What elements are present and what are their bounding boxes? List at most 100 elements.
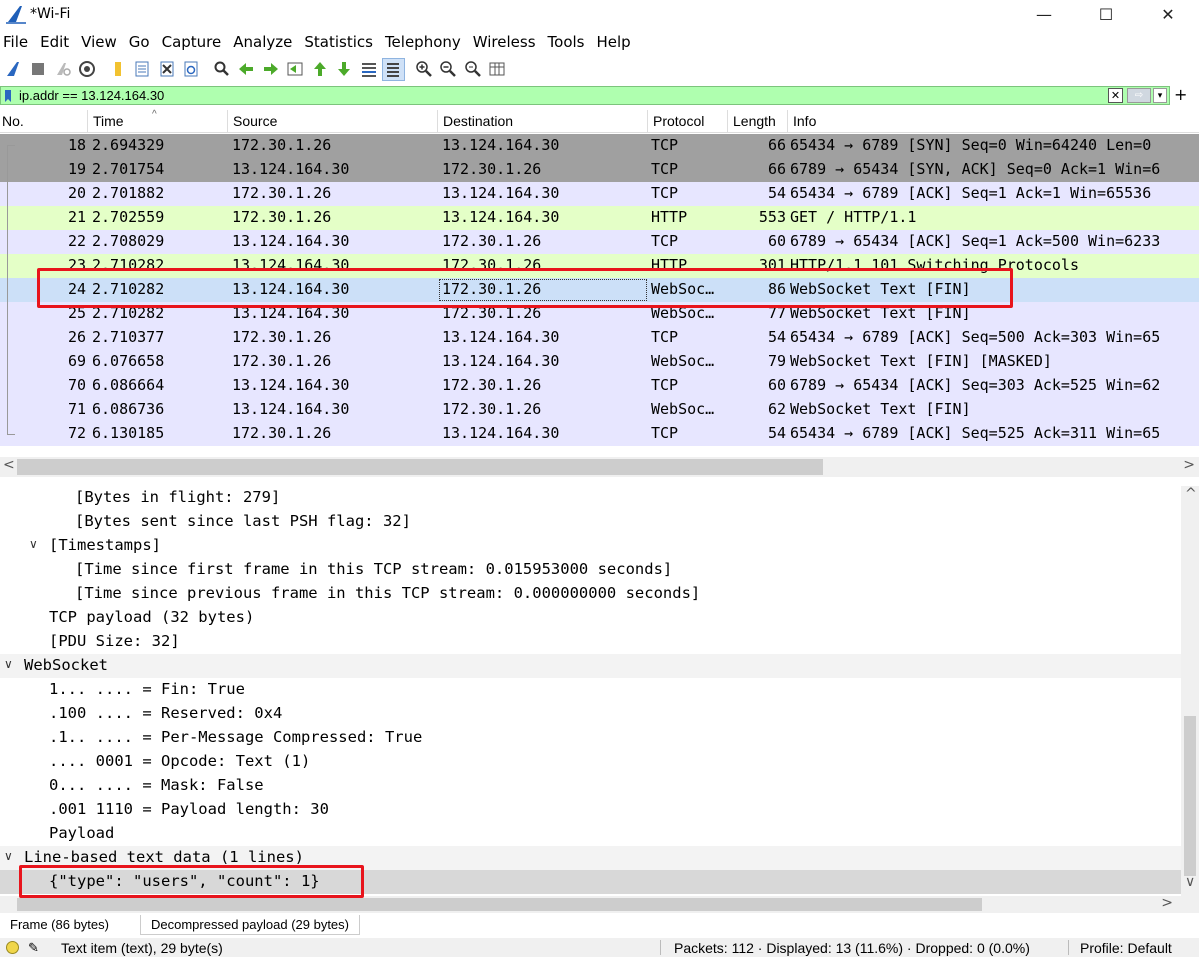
tab-decompressed-payload[interactable]: Decompressed payload (29 bytes) <box>140 915 360 935</box>
packet-info: 65434 → 6789 [ACK] Seq=1 Ack=1 Win=65536 <box>790 184 1152 202</box>
packet-row[interactable]: 71 6.086736 13.124.164.30 172.30.1.26 WebSoc… <box>0 398 1199 422</box>
resize-columns-icon[interactable] <box>486 58 509 81</box>
detail-row[interactable]: ∨ Line-based text data (1 lines) <box>0 846 1181 870</box>
expand-chevron-icon[interactable]: ∨ <box>29 537 38 551</box>
minimize-button[interactable]: — <box>1013 0 1075 28</box>
colorize-icon[interactable] <box>381 57 405 81</box>
file-set-icon[interactable] <box>131 58 154 81</box>
go-forward-icon[interactable] <box>259 58 282 81</box>
packet-list-hscroll[interactable]: < > <box>0 457 1199 477</box>
menu-wireless[interactable]: Wireless <box>469 33 540 51</box>
expert-info-indicator-icon[interactable] <box>6 941 19 954</box>
packet-row[interactable]: 25 2.710282 13.124.164.30 172.30.1.26 WebSoc… <box>0 302 1199 326</box>
stop-icon[interactable] <box>27 58 50 81</box>
expand-chevron-icon[interactable]: ∨ <box>4 849 13 863</box>
details-hscroll[interactable]: > <box>0 895 1199 913</box>
menu-analyze[interactable]: Analyze <box>229 33 296 51</box>
close-file-icon[interactable] <box>155 58 178 81</box>
scroll-right-icon[interactable]: > <box>1183 457 1195 473</box>
packet-row[interactable]: 18 2.694329 172.30.1.26 13.124.164.30 TCP 66 6… <box>0 134 1199 158</box>
packet-row[interactable]: 26 2.710377 172.30.1.26 13.124.164.30 TCP 54 6… <box>0 326 1199 350</box>
first-packet-icon[interactable] <box>308 58 331 81</box>
packet-info: WebSocket Text [FIN] <box>790 304 971 322</box>
menu-capture[interactable]: Capture <box>158 33 226 51</box>
column-info[interactable]: Info <box>793 113 816 129</box>
add-filter-button[interactable]: + <box>1174 85 1187 104</box>
open-file-icon[interactable] <box>106 58 129 81</box>
column-time[interactable]: Time <box>93 113 124 129</box>
menu-telephony[interactable]: Telephony <box>381 33 465 51</box>
menu-file[interactable]: File <box>0 33 32 51</box>
detail-row[interactable]: .100 .... = Reserved: 0x4 <box>0 702 1181 726</box>
capture-options-icon[interactable] <box>76 58 99 81</box>
tab-frame-bytes[interactable]: Frame (86 bytes) <box>0 915 119 935</box>
packet-row[interactable]: 69 6.076658 172.30.1.26 13.124.164.30 WebSoc… <box>0 350 1199 374</box>
packet-protocol: WebSoc… <box>651 304 715 322</box>
details-hscroll-thumb[interactable] <box>17 898 982 911</box>
expand-chevron-icon[interactable]: ∨ <box>4 657 13 671</box>
packet-protocol: HTTP <box>651 208 688 226</box>
detail-row[interactable]: TCP payload (32 bytes) <box>0 606 1181 630</box>
column-destination[interactable]: Destination <box>443 113 513 129</box>
detail-row[interactable]: [PDU Size: 32] <box>0 630 1181 654</box>
status-profile[interactable]: Profile: Default <box>1080 940 1172 956</box>
zoom-in-icon[interactable] <box>412 58 435 81</box>
scroll-up-icon[interactable]: ^ <box>1185 486 1197 502</box>
detail-row[interactable]: .1.. .... = Per-Message Compressed: True <box>0 726 1181 750</box>
detail-row[interactable]: .... 0001 = Opcode: Text (1) <box>0 750 1181 774</box>
scroll-down-icon[interactable]: ∨ <box>1185 874 1195 890</box>
find-packet-icon[interactable] <box>210 58 233 81</box>
column-source[interactable]: Source <box>233 113 277 129</box>
normal-size-icon[interactable] <box>461 58 484 81</box>
reload-icon[interactable] <box>180 58 203 81</box>
go-to-packet-icon[interactable] <box>284 58 307 81</box>
scroll-left-icon[interactable]: < <box>3 457 15 473</box>
menu-edit[interactable]: Edit <box>36 33 73 51</box>
detail-row[interactable]: [Time since first frame in this TCP stre… <box>0 558 1181 582</box>
menu-tools[interactable]: Tools <box>544 33 589 51</box>
maximize-button[interactable]: ☐ <box>1075 0 1137 28</box>
detail-row[interactable]: 0... .... = Mask: False <box>0 774 1181 798</box>
packet-row[interactable]: 23 2.710282 13.124.164.30 172.30.1.26 HTTP 30… <box>0 254 1199 278</box>
filter-history-dropdown[interactable]: ▾ <box>1153 88 1167 103</box>
menu-statistics[interactable]: Statistics <box>300 33 377 51</box>
filter-apply-icon[interactable]: ⇨ <box>1127 88 1151 103</box>
close-button[interactable]: ✕ <box>1137 0 1199 28</box>
go-back-icon[interactable] <box>235 58 258 81</box>
detail-row[interactable]: [Time since previous frame in this TCP s… <box>0 582 1181 606</box>
last-packet-icon[interactable] <box>333 58 356 81</box>
packet-row[interactable]: 19 2.701754 13.124.164.30 172.30.1.26 TCP 66 6… <box>0 158 1199 182</box>
detail-row[interactable]: Payload <box>0 822 1181 846</box>
packet-row[interactable]: 22 2.708029 13.124.164.30 172.30.1.26 TCP 60 6… <box>0 230 1199 254</box>
filter-clear-icon[interactable]: ✕ <box>1108 88 1123 103</box>
packet-row[interactable]: 70 6.086664 13.124.164.30 172.30.1.26 TCP 60 6… <box>0 374 1199 398</box>
details-vscroll[interactable]: ^ ∨ <box>1181 486 1199 896</box>
packet-row[interactable]: 72 6.130185 172.30.1.26 13.124.164.30 TCP 54 6… <box>0 422 1199 446</box>
packet-row[interactable]: 21 2.702559 172.30.1.26 13.124.164.30 HTTP 55… <box>0 206 1199 230</box>
column-length[interactable]: Length <box>733 113 776 129</box>
detail-row[interactable]: [Bytes in flight: 279] <box>0 486 1181 510</box>
detail-row[interactable]: ∨ WebSocket <box>0 654 1181 678</box>
details-scroll-right-icon[interactable]: > <box>1161 895 1173 911</box>
menu-help[interactable]: Help <box>592 33 634 51</box>
shark-fin-start-icon[interactable] <box>2 58 25 81</box>
packet-row[interactable]: 20 2.701882 172.30.1.26 13.124.164.30 TCP 54 6… <box>0 182 1199 206</box>
zoom-out-icon[interactable] <box>437 58 460 81</box>
detail-row[interactable]: 1... .... = Fin: True <box>0 678 1181 702</box>
display-filter-input[interactable]: ip.addr == 13.124.164.30 ✕ ⇨ ▾ <box>0 86 1170 105</box>
menu-view[interactable]: View <box>77 33 121 51</box>
detail-row[interactable]: .001 1110 = Payload length: 30 <box>0 798 1181 822</box>
filter-bookmark-icon[interactable] <box>1 87 15 104</box>
packet-row[interactable]: 24 2.710282 13.124.164.30 172.30.1.26 WebSoc… <box>0 278 1199 302</box>
packet-list-hscroll-thumb[interactable] <box>17 459 823 475</box>
detail-row[interactable]: [Bytes sent since last PSH flag: 32] <box>0 510 1181 534</box>
detail-row[interactable]: {"type": "users", "count": 1} <box>0 870 1181 894</box>
details-vscroll-thumb[interactable] <box>1184 716 1196 876</box>
auto-scroll-icon[interactable] <box>357 58 380 81</box>
restart-icon[interactable] <box>51 58 74 81</box>
detail-row[interactable]: ∨ [Timestamps] <box>0 534 1181 558</box>
column-no[interactable]: No. <box>2 113 24 129</box>
menu-go[interactable]: Go <box>125 33 154 51</box>
capture-comment-icon[interactable]: ✎ <box>28 940 39 956</box>
column-protocol[interactable]: Protocol <box>653 113 704 129</box>
